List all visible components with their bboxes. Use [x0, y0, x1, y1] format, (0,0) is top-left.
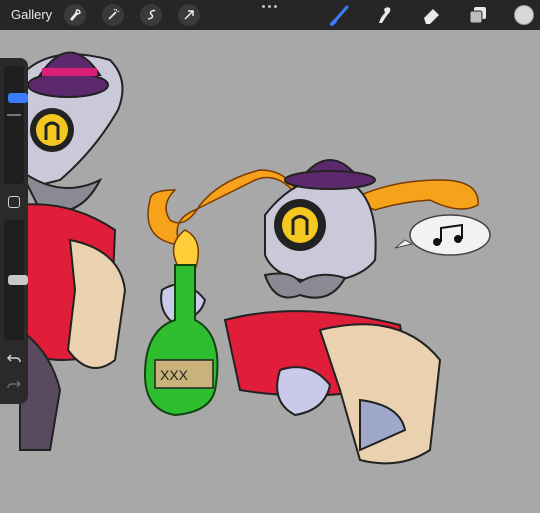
left-sidebar — [0, 58, 28, 404]
magic-wand-icon[interactable] — [102, 4, 124, 26]
selection-icon[interactable] — [140, 4, 162, 26]
brush-icon[interactable] — [328, 3, 352, 27]
brush-size-thumb[interactable] — [8, 93, 28, 103]
gallery-button[interactable]: Gallery — [11, 7, 52, 22]
speech-bubble — [409, 214, 491, 256]
svg-text:XXX: XXX — [160, 367, 189, 383]
redo-icon[interactable] — [6, 378, 22, 392]
opacity-thumb[interactable] — [8, 275, 28, 285]
opacity-slider[interactable] — [4, 220, 28, 340]
transform-arrow-icon[interactable] — [178, 4, 200, 26]
square-icon[interactable] — [8, 196, 20, 208]
layers-icon[interactable] — [466, 3, 490, 27]
undo-icon[interactable] — [6, 352, 22, 366]
eraser-icon[interactable] — [420, 3, 444, 27]
brush-size-slider[interactable] — [4, 66, 28, 184]
top-toolbar: Gallery — [0, 0, 540, 30]
slider-tick — [7, 114, 21, 116]
color-picker-swatch[interactable] — [514, 5, 534, 25]
wrench-icon[interactable] — [64, 4, 86, 26]
more-options-icon[interactable] — [262, 3, 278, 11]
drawing-canvas[interactable]: XXX — [0, 30, 540, 513]
smudge-icon[interactable] — [372, 3, 396, 27]
